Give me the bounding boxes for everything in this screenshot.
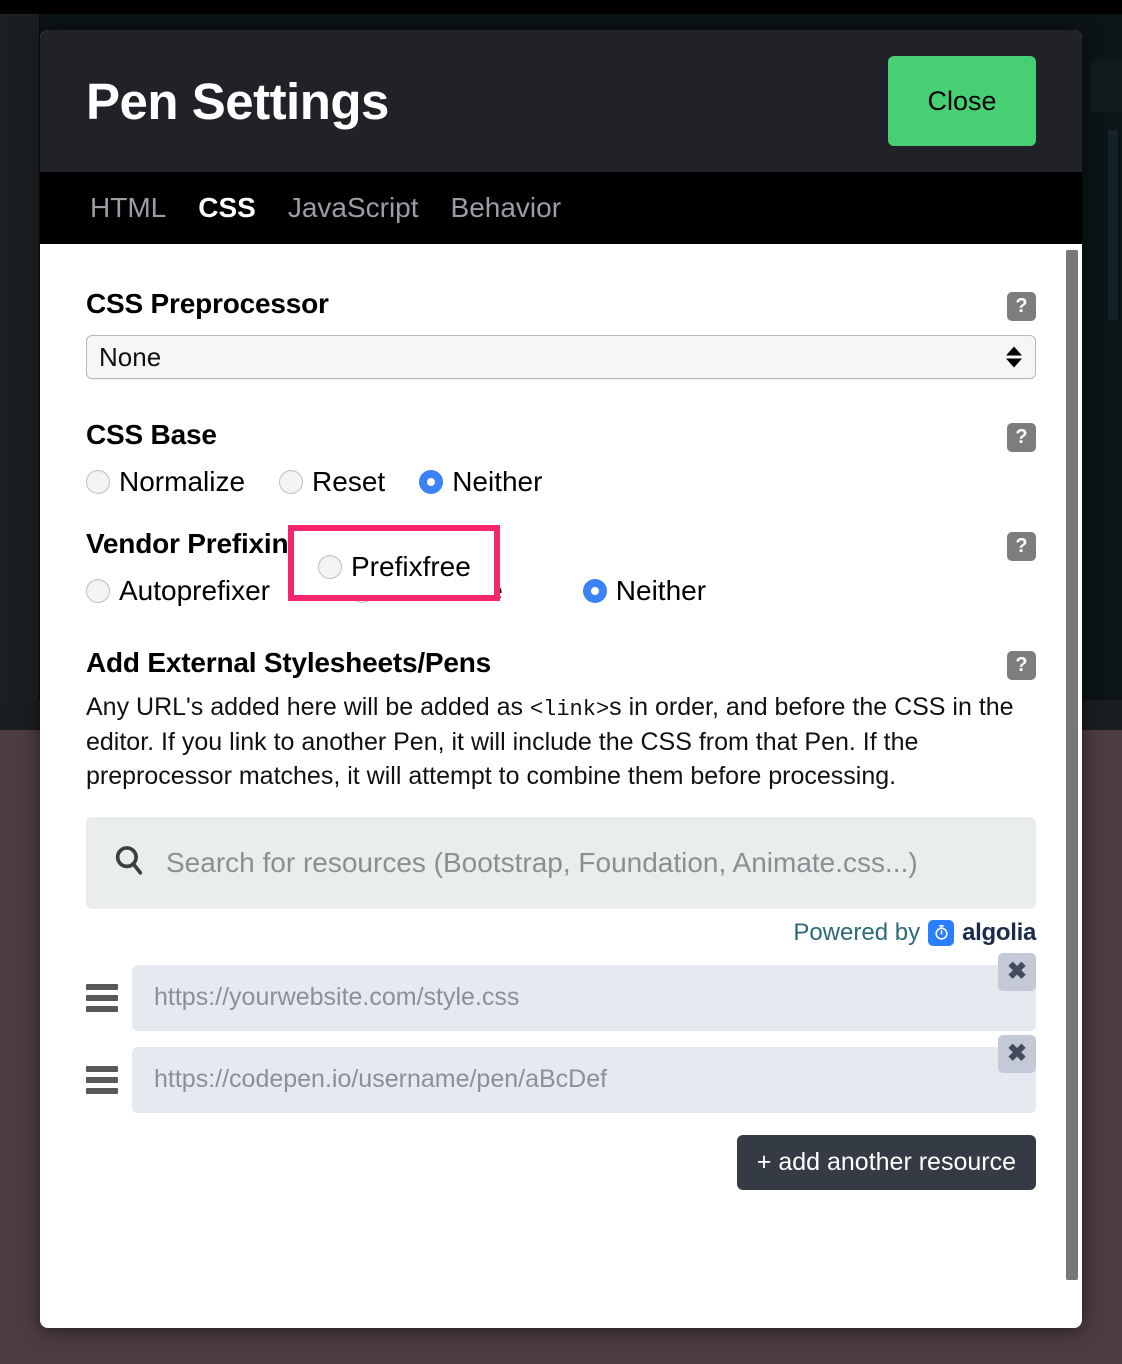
- radio-label: Prefixfree: [351, 551, 471, 582]
- resource-row: ✖: [86, 952, 1036, 1031]
- radio-css-base-reset[interactable]: Reset: [279, 466, 385, 498]
- css-base-radio-group: Normalize Reset Neither: [86, 466, 1036, 498]
- page-top-strip: [0, 0, 1122, 14]
- modal-scrollbar[interactable]: [1066, 250, 1078, 1328]
- section-header-css-preprocessor: CSS Preprocessor ?: [86, 288, 1036, 321]
- radio-label: Neither: [615, 575, 707, 606]
- radio-label: Normalize: [119, 466, 246, 497]
- radio-icon: [318, 555, 342, 579]
- pen-settings-modal: Pen Settings Close HTML CSS JavaScript B…: [40, 30, 1082, 1328]
- resource-url-input-1[interactable]: [132, 964, 1036, 1031]
- radio-label: Neither: [452, 466, 543, 497]
- section-vendor-prefixing: Vendor Prefixing ? Autoprefixer Prefixfr…: [86, 525, 1036, 607]
- add-resource-row: + add another resource: [86, 1134, 1036, 1190]
- modal-body: CSS Preprocessor ? None CSS Base ? Norma…: [40, 244, 1082, 1328]
- vendor-prefixing-radio-group: Autoprefixer Prefixfree Neither: [86, 575, 1036, 607]
- modal-header: Pen Settings Close: [40, 30, 1082, 172]
- section-css-preprocessor: CSS Preprocessor ? None: [86, 288, 1036, 379]
- settings-tabbar: HTML CSS JavaScript Behavior: [40, 172, 1082, 244]
- radio-icon: [86, 579, 110, 603]
- radio-selected-icon: [419, 470, 444, 494]
- desc-code-link: <link>: [529, 697, 610, 722]
- highlight-box-prefixfree-content[interactable]: Prefixfree: [318, 551, 471, 583]
- radio-css-base-normalize[interactable]: Normalize: [86, 466, 245, 498]
- section-header-css-base: CSS Base ?: [86, 419, 1036, 452]
- remove-resource-button-2[interactable]: ✖: [998, 1034, 1036, 1073]
- desc-text-part1: Any URL's added here will be added as: [86, 693, 530, 721]
- search-input[interactable]: [166, 846, 1010, 879]
- section-title-vendor-prefixing: Vendor Prefixing: [86, 528, 306, 559]
- close-button[interactable]: Close: [888, 56, 1036, 146]
- help-icon-css-preprocessor[interactable]: ?: [1007, 292, 1036, 321]
- page-left-rail-inner: [6, 18, 34, 718]
- drag-handle-icon[interactable]: [86, 1063, 118, 1097]
- drag-handle-icon[interactable]: [86, 981, 118, 1015]
- page-title: Pen Settings: [86, 72, 389, 130]
- section-title-css-preprocessor: CSS Preprocessor: [86, 288, 329, 319]
- tab-javascript[interactable]: JavaScript: [284, 192, 423, 224]
- tab-behavior[interactable]: Behavior: [447, 192, 566, 224]
- algolia-attribution: Powered by algolia: [86, 919, 1036, 947]
- section-header-external-resources: Add External Stylesheets/Pens ?: [86, 647, 1036, 680]
- radio-label: Reset: [312, 466, 386, 497]
- page-background-panel-b: [1108, 130, 1118, 320]
- radio-vendor-autoprefixer[interactable]: Autoprefixer: [86, 575, 270, 607]
- page-background-panel-a: [1090, 60, 1122, 112]
- add-another-resource-button[interactable]: + add another resource: [736, 1134, 1036, 1190]
- css-preprocessor-select-wrap: None: [86, 335, 1036, 379]
- resource-list: ✖ ✖: [86, 952, 1036, 1113]
- help-icon-vendor-prefixing[interactable]: ?: [1007, 532, 1036, 561]
- search-icon: [112, 843, 146, 882]
- radio-icon: [86, 470, 110, 494]
- tab-html[interactable]: HTML: [86, 192, 170, 224]
- section-css-base: CSS Base ? Normalize Reset Neither: [86, 419, 1036, 498]
- algolia-icon: [928, 919, 955, 946]
- radio-vendor-neither[interactable]: Neither: [582, 575, 707, 607]
- radio-icon: [279, 470, 304, 494]
- section-title-external-resources: Add External Stylesheets/Pens: [86, 647, 492, 678]
- radio-label: Autoprefixer: [119, 575, 270, 606]
- section-title-css-base: CSS Base: [86, 419, 217, 450]
- css-preprocessor-select[interactable]: None: [86, 335, 1036, 379]
- algolia-wordmark: algolia: [962, 918, 1036, 946]
- modal-scrollbar-thumb[interactable]: [1066, 250, 1078, 1280]
- section-header-vendor-prefixing: Vendor Prefixing ?: [86, 528, 1036, 561]
- remove-resource-button-1[interactable]: ✖: [998, 952, 1036, 991]
- section-external-resources: Add External Stylesheets/Pens ? Any URL'…: [86, 647, 1036, 1190]
- tab-css[interactable]: CSS: [194, 192, 260, 224]
- help-icon-css-base[interactable]: ?: [1007, 423, 1036, 452]
- powered-by-label: Powered by: [793, 918, 921, 946]
- resource-row: ✖: [86, 1034, 1036, 1113]
- resource-search-box[interactable]: [86, 816, 1036, 909]
- radio-css-base-neither[interactable]: Neither: [419, 466, 542, 498]
- external-resources-description: Any URL's added here will be added as <l…: [86, 690, 1031, 793]
- radio-selected-icon: [582, 579, 607, 603]
- help-icon-external-resources[interactable]: ?: [1007, 651, 1036, 680]
- resource-url-input-2[interactable]: [132, 1046, 1036, 1113]
